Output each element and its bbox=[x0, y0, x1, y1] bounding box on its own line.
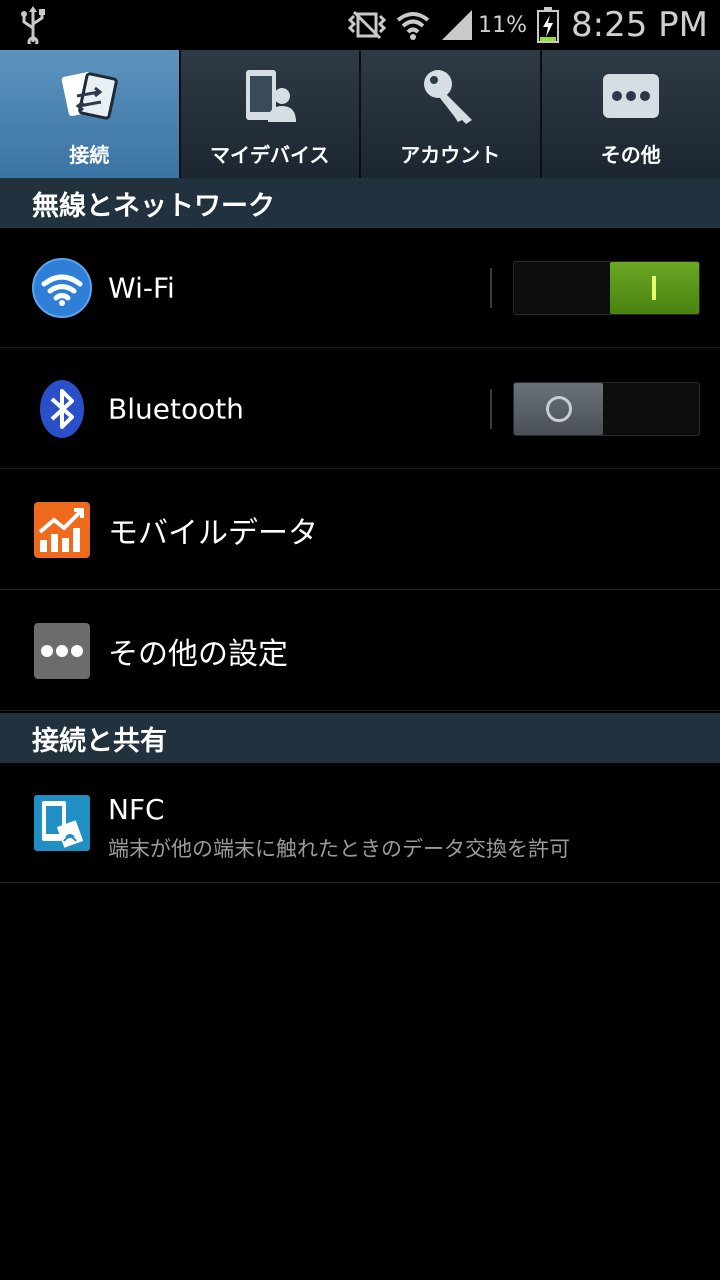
nfc-label: NFC bbox=[108, 793, 165, 826]
mobile-data-icon bbox=[34, 501, 90, 558]
cell-signal-icon bbox=[442, 10, 473, 40]
wifi-toggle[interactable] bbox=[513, 261, 700, 315]
tab-more[interactable]: その他 bbox=[541, 50, 720, 178]
status-bar: 11% 8:25 PM bbox=[0, 0, 720, 50]
tab-accounts[interactable]: アカウント bbox=[361, 50, 540, 178]
section-header-wireless: 無線とネットワーク bbox=[0, 178, 720, 228]
mobile-data-row[interactable]: モバイルデータ bbox=[0, 470, 720, 590]
toggle-knob bbox=[610, 262, 699, 314]
settings-tab-bar: 接続 マイデバイス アカウント その他 bbox=[0, 50, 720, 178]
bluetooth-toggle[interactable] bbox=[513, 382, 700, 436]
vibrate-icon bbox=[348, 10, 387, 40]
nfc-row[interactable]: NFC 端末が他の端末に触れたときのデータ交換を許可 bbox=[0, 763, 720, 883]
more-settings-label: その他の設定 bbox=[108, 636, 288, 672]
row-divider bbox=[490, 268, 492, 308]
wifi-row[interactable]: Wi-Fi bbox=[0, 228, 720, 348]
row-divider bbox=[490, 389, 492, 429]
tab-label: 接続 bbox=[69, 143, 110, 167]
tab-label: マイデバイス bbox=[210, 143, 330, 167]
tab-label: その他 bbox=[600, 143, 661, 167]
tab-label: アカウント bbox=[400, 143, 501, 167]
usb-icon bbox=[21, 6, 45, 44]
bluetooth-label: Bluetooth bbox=[108, 392, 244, 425]
battery-percent: 11% bbox=[478, 12, 527, 38]
wifi-signal-icon bbox=[396, 12, 430, 40]
bluetooth-row[interactable]: Bluetooth bbox=[0, 349, 720, 469]
wifi-icon bbox=[32, 257, 92, 318]
toggle-knob bbox=[514, 383, 603, 435]
wifi-label: Wi-Fi bbox=[108, 271, 175, 304]
bluetooth-icon bbox=[40, 379, 84, 438]
tab-connections[interactable]: 接続 bbox=[0, 50, 179, 178]
mobile-data-label: モバイルデータ bbox=[108, 515, 318, 551]
nfc-icon bbox=[34, 794, 90, 851]
accounts-icon bbox=[424, 70, 473, 124]
more-icon bbox=[602, 74, 659, 118]
more-settings-row[interactable]: その他の設定 bbox=[0, 591, 720, 711]
battery-charging-icon bbox=[537, 7, 559, 43]
more-settings-icon bbox=[34, 622, 90, 679]
section-header-sharing: 接続と共有 bbox=[0, 713, 720, 763]
clock: 8:25 PM bbox=[571, 5, 708, 45]
connections-icon bbox=[61, 71, 119, 120]
tab-my-device[interactable]: マイデバイス bbox=[180, 50, 359, 178]
nfc-summary: 端末が他の端末に触れたときのデータ交換を許可 bbox=[108, 837, 570, 861]
my-device-icon bbox=[245, 70, 296, 122]
